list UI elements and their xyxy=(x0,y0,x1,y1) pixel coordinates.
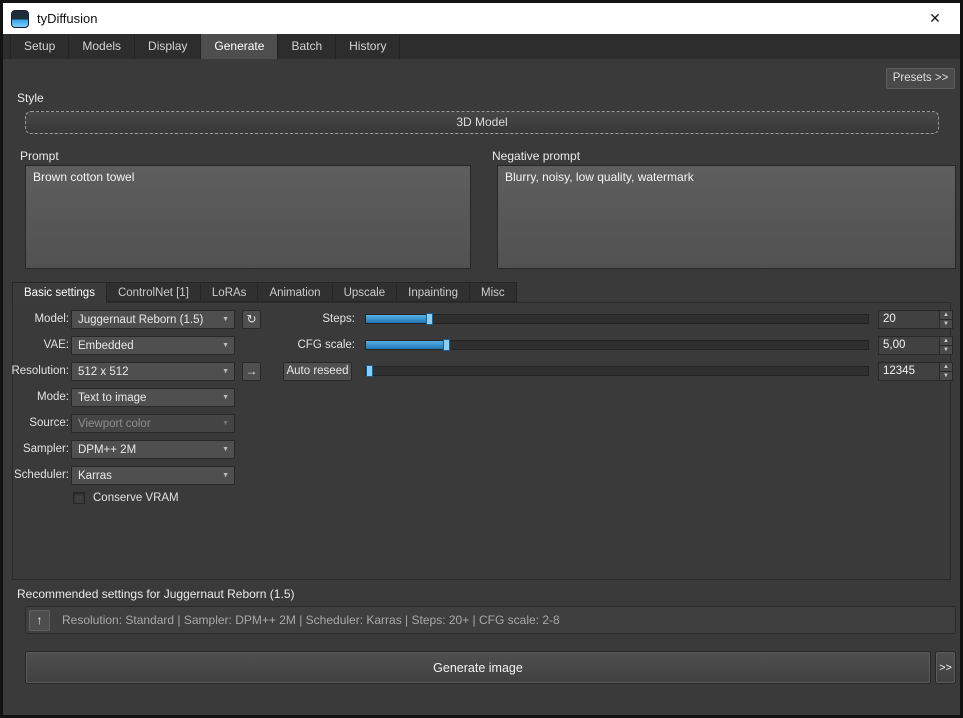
slider-thumb[interactable] xyxy=(366,365,374,377)
tab-batch[interactable]: Batch xyxy=(278,34,337,59)
apply-recommended-icon[interactable]: ↑ xyxy=(29,609,50,631)
tab-setup[interactable]: Setup xyxy=(10,34,70,59)
settings-tab-controlnet[interactable]: ControlNet [1] xyxy=(106,282,201,302)
vae-label: VAE: xyxy=(43,339,69,351)
steps-value: 20 xyxy=(883,313,896,325)
resolution-label: Resolution: xyxy=(11,365,69,377)
settings-tabbar: Basic settings ControlNet [1] LoRAs Anim… xyxy=(12,282,517,303)
apply-resolution-icon[interactable]: → xyxy=(242,362,261,381)
style-label: Style xyxy=(17,91,44,105)
cfg-scale-value: 5,00 xyxy=(883,339,906,351)
tab-display[interactable]: Display xyxy=(135,34,202,59)
settings-tab-inpainting[interactable]: Inpainting xyxy=(397,282,471,302)
style-selector-button[interactable]: 3D Model xyxy=(25,111,939,134)
app-icon xyxy=(11,9,29,28)
conserve-vram-checkbox[interactable] xyxy=(73,492,85,504)
tab-history[interactable]: History xyxy=(336,34,401,59)
titlebar: tyDiffusion ✕ xyxy=(3,3,960,34)
mode-label: Mode: xyxy=(37,391,69,403)
negative-prompt-label: Negative prompt xyxy=(492,149,581,163)
recommended-title: Recommended settings for Juggernaut Rebo… xyxy=(17,587,295,601)
generate-more-button[interactable]: >> xyxy=(935,651,956,684)
slider-track xyxy=(365,339,869,351)
steps-slider[interactable] xyxy=(365,310,869,329)
model-label: Model: xyxy=(34,313,69,325)
spinner-buttons: ▲ ▼ xyxy=(939,363,952,380)
prompt-label: Prompt xyxy=(20,149,59,163)
tab-models[interactable]: Models xyxy=(69,34,136,59)
slider-thumb[interactable] xyxy=(425,313,433,325)
chevron-down-icon: ▼ xyxy=(222,394,229,401)
cfg-scale-slider[interactable] xyxy=(365,336,869,355)
chevron-down-icon: ▼ xyxy=(222,472,229,479)
scheduler-dropdown[interactable]: Karras ▼ xyxy=(71,466,235,485)
spinner-up-icon[interactable]: ▲ xyxy=(940,363,952,372)
resolution-value: 512 x 512 xyxy=(78,365,129,378)
scheduler-label: Scheduler: xyxy=(14,469,69,481)
chevron-down-icon: ▼ xyxy=(222,368,229,375)
source-label: Source: xyxy=(29,417,69,429)
spinner-up-icon[interactable]: ▲ xyxy=(940,311,952,320)
slider-track xyxy=(365,365,869,377)
settings-tab-loras[interactable]: LoRAs xyxy=(200,282,259,302)
settings-tab-upscale[interactable]: Upscale xyxy=(332,282,398,302)
spinner-down-icon[interactable]: ▼ xyxy=(940,346,952,354)
seed-spinner[interactable]: 12345 ▲ ▼ xyxy=(878,362,953,381)
conserve-vram-label: Conserve VRAM xyxy=(93,492,179,504)
model-dropdown[interactable]: Juggernaut Reborn (1.5) ▼ xyxy=(71,310,235,329)
cfg-scale-label: CFG scale: xyxy=(297,339,355,351)
mode-value: Text to image xyxy=(78,391,147,404)
seed-value: 12345 xyxy=(883,365,915,377)
scheduler-value: Karras xyxy=(78,469,112,482)
cfg-scale-spinner[interactable]: 5,00 ▲ ▼ xyxy=(878,336,953,355)
prompt-input[interactable]: Brown cotton towel xyxy=(25,165,471,269)
generate-image-button[interactable]: Generate image xyxy=(25,651,931,684)
slider-fill xyxy=(366,313,433,325)
tydiffusion-window: tyDiffusion ✕ Setup Models Display Gener… xyxy=(0,0,963,718)
chevron-down-icon: ▼ xyxy=(222,446,229,453)
source-value: Viewport color xyxy=(78,417,151,430)
tab-generate[interactable]: Generate xyxy=(201,34,279,59)
presets-button[interactable]: Presets >> xyxy=(886,68,955,89)
chevron-down-icon: ▼ xyxy=(222,420,229,427)
close-icon[interactable]: ✕ xyxy=(918,10,952,27)
spinner-down-icon[interactable]: ▼ xyxy=(940,320,952,328)
model-value: Juggernaut Reborn (1.5) xyxy=(78,313,204,326)
window-title: tyDiffusion xyxy=(37,11,98,26)
source-dropdown: Viewport color ▼ xyxy=(71,414,235,433)
settings-tab-animation[interactable]: Animation xyxy=(258,282,333,302)
steps-label: Steps: xyxy=(322,313,355,325)
negative-prompt-input[interactable]: Blurry, noisy, low quality, watermark xyxy=(497,165,956,269)
spinner-up-icon[interactable]: ▲ xyxy=(940,337,952,346)
main-tabbar: Setup Models Display Generate Batch Hist… xyxy=(3,34,960,59)
chevron-down-icon: ▼ xyxy=(222,342,229,349)
spinner-buttons: ▲ ▼ xyxy=(939,311,952,328)
steps-spinner[interactable]: 20 ▲ ▼ xyxy=(878,310,953,329)
vae-value: Embedded xyxy=(78,339,134,352)
sampler-dropdown[interactable]: DPM++ 2M ▼ xyxy=(71,440,235,459)
slider-fill xyxy=(366,365,374,377)
sampler-value: DPM++ 2M xyxy=(78,443,137,456)
spinner-buttons: ▲ ▼ xyxy=(939,337,952,354)
slider-track xyxy=(365,313,869,325)
slider-fill xyxy=(366,339,451,351)
settings-tab-misc[interactable]: Misc xyxy=(470,282,517,302)
spinner-down-icon[interactable]: ▼ xyxy=(940,372,952,380)
slider-thumb[interactable] xyxy=(443,339,451,351)
auto-reseed-button[interactable]: Auto reseed xyxy=(283,362,352,381)
settings-tab-basic[interactable]: Basic settings xyxy=(12,282,107,303)
vae-dropdown[interactable]: Embedded ▼ xyxy=(71,336,235,355)
recommended-details: Resolution: Standard | Sampler: DPM++ 2M… xyxy=(62,613,560,627)
recommended-settings-bar: ↑ Resolution: Standard | Sampler: DPM++ … xyxy=(25,606,956,634)
mode-dropdown[interactable]: Text to image ▼ xyxy=(71,388,235,407)
seed-slider[interactable] xyxy=(365,362,869,381)
resolution-dropdown[interactable]: 512 x 512 ▼ xyxy=(71,362,235,381)
chevron-down-icon: ▼ xyxy=(222,316,229,323)
sampler-label: Sampler: xyxy=(22,443,69,455)
